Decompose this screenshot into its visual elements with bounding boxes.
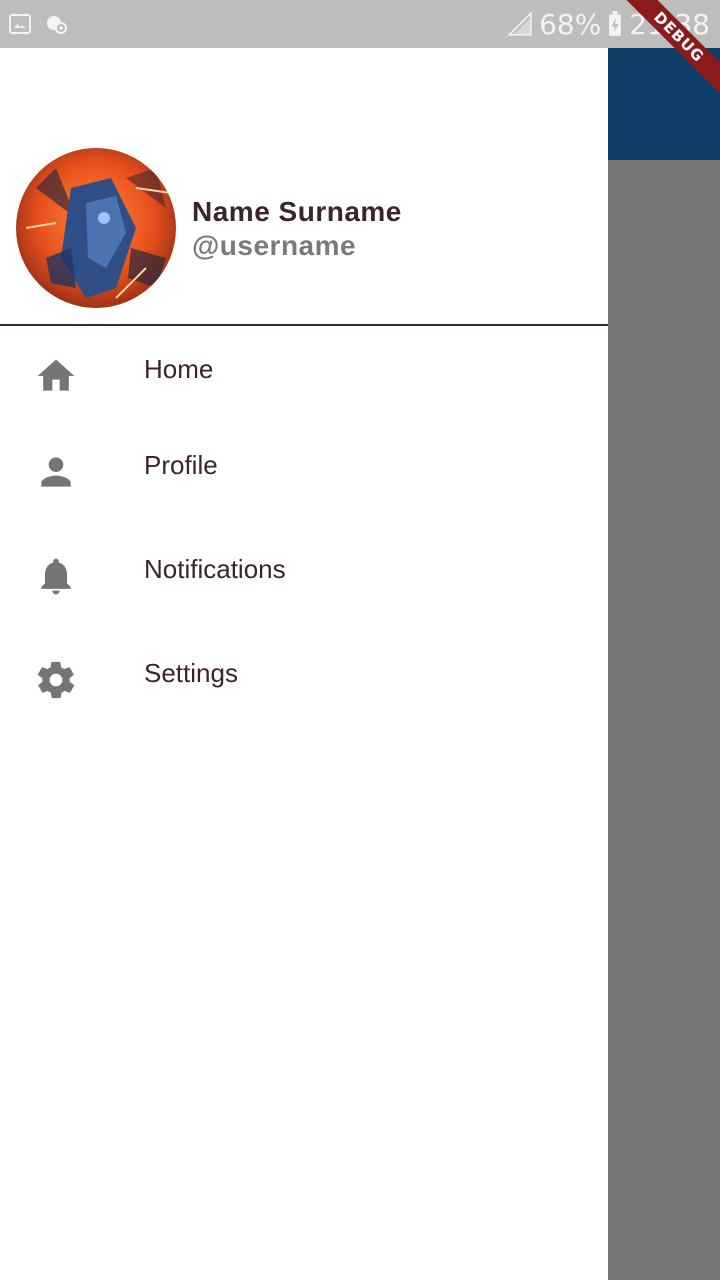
navigation-drawer: Name Surname @username Home Profile Noti… xyxy=(0,48,608,1280)
drawer-item-settings[interactable]: Settings xyxy=(0,630,608,726)
person-icon xyxy=(41,457,71,487)
user-name: Name Surname xyxy=(192,196,402,227)
home-icon xyxy=(37,359,75,391)
drawer-item-profile[interactable]: Profile xyxy=(0,422,608,518)
avatar[interactable] xyxy=(16,148,176,308)
drawer-item-label: Settings xyxy=(144,658,238,688)
signal-icon xyxy=(507,11,532,36)
sync-notification-icon xyxy=(47,16,67,34)
gallery-notification-icon xyxy=(9,14,31,34)
drawer-item-label: Profile xyxy=(144,450,218,480)
drawer-item-home[interactable]: Home xyxy=(0,326,608,422)
battery-icon xyxy=(609,11,622,36)
drawer-item-notifications[interactable]: Notifications xyxy=(0,526,608,622)
drawer-item-label: Home xyxy=(144,354,214,384)
gear-icon xyxy=(37,661,75,699)
bell-icon xyxy=(41,558,71,595)
drawer-header: Name Surname @username xyxy=(0,48,608,326)
drawer-item-label: Notifications xyxy=(144,554,286,584)
user-handle: @username xyxy=(192,230,357,261)
status-bar: 68% 21:38 xyxy=(0,0,720,48)
battery-percent: 68% xyxy=(539,7,602,41)
